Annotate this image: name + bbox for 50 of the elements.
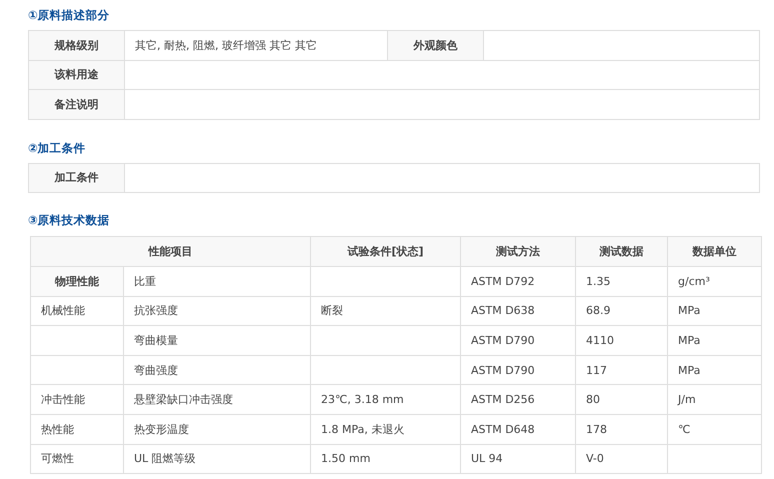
table-cell: 4110: [576, 326, 668, 356]
table-cell: 物理性能: [30, 266, 124, 296]
table-cell: 热性能: [30, 414, 124, 444]
column-header: 性能项目: [30, 236, 310, 266]
field-label: 备注说明: [28, 90, 124, 119]
table-cell: MPa: [668, 355, 762, 385]
table-cell: ASTM D790: [460, 326, 576, 356]
table-cell: 1.8 MPa, 未退火: [310, 414, 460, 444]
table-cell: 抗张强度: [124, 296, 310, 326]
table-cell: MPa: [668, 296, 762, 326]
table-cell: 178: [576, 414, 668, 444]
table-cell: ASTM D256: [460, 384, 576, 414]
column-header: 测试数据: [576, 236, 668, 266]
column-header: 数据单位: [668, 236, 762, 266]
table-cell: ASTM D648: [460, 414, 576, 444]
table-cell: UL 94: [460, 444, 576, 474]
table-cell: 68.9: [576, 296, 668, 326]
table-cell: UL 阻燃等级: [124, 444, 310, 474]
field-label: 加工条件: [28, 163, 124, 192]
table-cell: 热变形温度: [124, 414, 310, 444]
table-cell: 117: [576, 355, 668, 385]
section-title: ①原料描述部分: [28, 8, 111, 22]
table-cell: 23℃, 3.18 mm: [310, 384, 460, 414]
table-cell: 弯曲强度: [124, 355, 310, 385]
column-header: 试验条件[状态]: [310, 236, 460, 266]
table-cell: 1.50 mm: [310, 444, 460, 474]
field-label: 规格级别: [28, 30, 124, 60]
table-cell: ℃: [668, 414, 762, 444]
table-cell: J/m: [668, 384, 762, 414]
section-title: ②加工条件: [28, 140, 87, 154]
table-cell: ASTM D790: [460, 355, 576, 385]
table-cell: ASTM D638: [460, 296, 576, 326]
field-value: 其它, 耐热, 阻燃, 玻纤增强 其它 其它: [124, 30, 388, 60]
section-title: ③原料技术数据: [28, 213, 111, 227]
table-cell: V-0: [576, 444, 668, 474]
table-cell: MPa: [668, 326, 762, 356]
table-cell: 可燃性: [30, 444, 124, 474]
field-label: 该料用途: [28, 60, 124, 90]
table-cell: 80: [576, 384, 668, 414]
table-cell: 断裂: [310, 296, 460, 326]
table-cell: 悬壁梁缺口冲击强度: [124, 384, 310, 414]
column-header: 测试方法: [460, 236, 576, 266]
table-cell: 冲击性能: [30, 384, 124, 414]
table-cell: 弯曲模量: [124, 326, 310, 356]
field-label: 外观颜色: [388, 30, 484, 60]
table-cell: 比重: [124, 266, 310, 296]
table-cell: ASTM D792: [460, 266, 576, 296]
table-cell: 1.35: [576, 266, 668, 296]
table-cell: 机械性能: [30, 296, 124, 326]
table-cell: g/cm³: [668, 266, 762, 296]
